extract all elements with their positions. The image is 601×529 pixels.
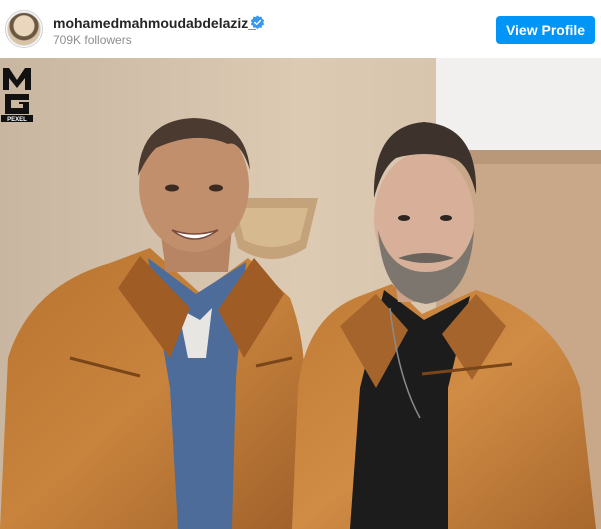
instagram-embed: mohamedmahmoudabdelaziz_ 709K followers … — [0, 0, 601, 529]
post-photo-illustration — [0, 58, 601, 529]
svg-text:PEXEL: PEXEL — [7, 117, 27, 122]
avatar[interactable] — [7, 12, 41, 46]
verified-badge-icon — [250, 15, 265, 30]
watermark-logo: PEXEL — [1, 68, 33, 122]
embed-header: mohamedmahmoudabdelaziz_ 709K followers … — [0, 0, 601, 58]
view-profile-button[interactable]: View Profile — [496, 16, 595, 44]
post-image[interactable] — [0, 58, 601, 529]
follower-count: 709K followers — [53, 33, 132, 47]
username-link[interactable]: mohamedmahmoudabdelaziz_ — [53, 15, 256, 31]
